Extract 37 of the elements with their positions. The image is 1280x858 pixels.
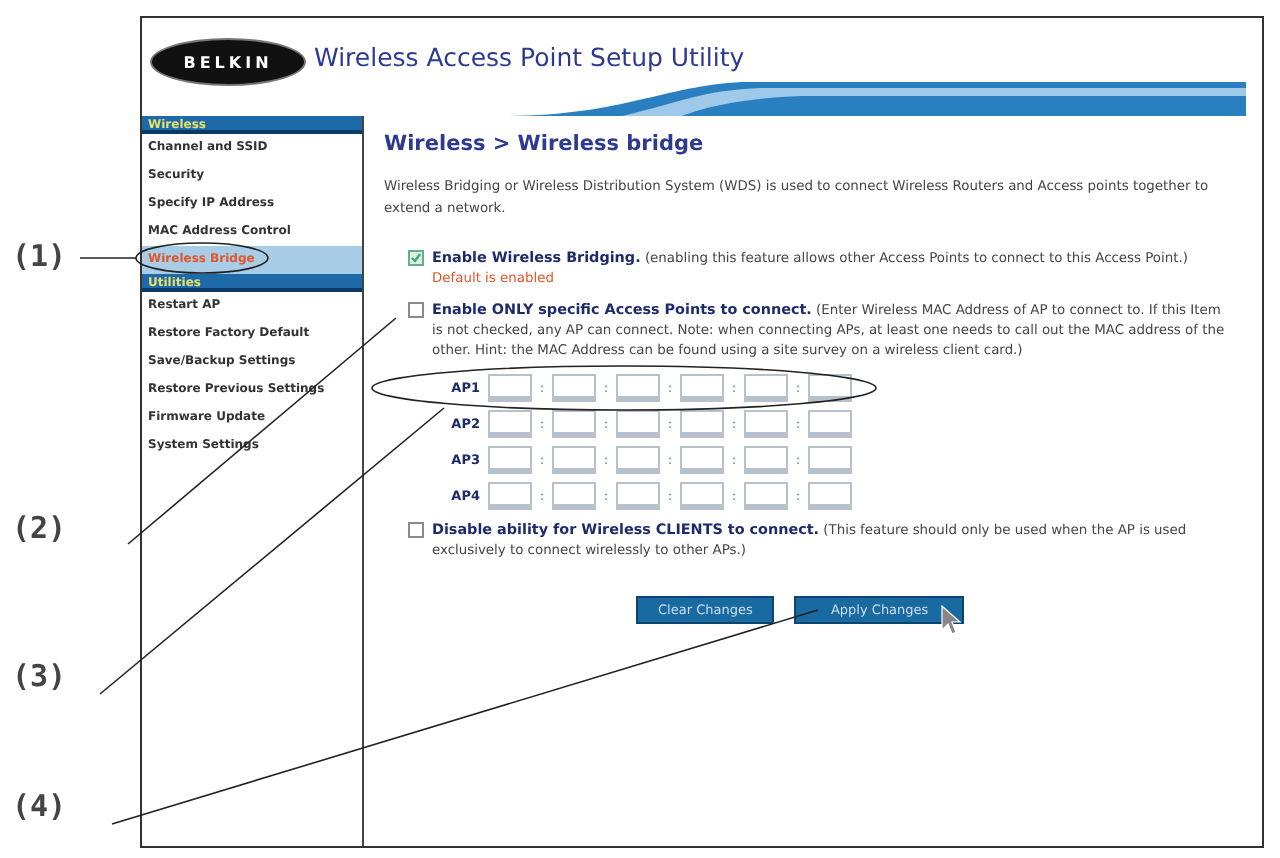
input-field[interactable] (552, 482, 596, 510)
input-field[interactable] (744, 374, 788, 402)
input-field[interactable] (488, 446, 532, 474)
input-field[interactable] (488, 482, 532, 510)
callout-ellipse (135, 242, 269, 274)
callout-label: (3) (12, 658, 67, 694)
input-field[interactable] (744, 446, 788, 474)
input-field[interactable] (552, 410, 596, 438)
input-field[interactable] (616, 446, 660, 474)
checkbox[interactable] (408, 250, 424, 266)
callout-label: (1) (12, 238, 67, 274)
checkbox[interactable] (408, 522, 424, 538)
app-title: Wireless Access Point Setup Utility (314, 42, 745, 72)
input-field[interactable] (488, 410, 532, 438)
input-field[interactable] (744, 410, 788, 438)
input-field[interactable] (616, 410, 660, 438)
logo: BELKIN (150, 38, 306, 86)
input-field[interactable] (744, 482, 788, 510)
checkbox[interactable] (408, 302, 424, 318)
cursor-icon (941, 604, 962, 635)
leader-line (79, 257, 137, 259)
callout-label: (2) (12, 510, 67, 546)
page-title: Wireless > Wireless bridge (384, 132, 706, 156)
input-field[interactable] (680, 482, 724, 510)
input-field[interactable] (680, 374, 724, 402)
input-field[interactable] (680, 410, 724, 438)
input-field[interactable] (616, 482, 660, 510)
input-field[interactable] (808, 482, 852, 510)
input-field[interactable] (808, 410, 852, 438)
input-field[interactable] (552, 374, 596, 402)
callout-label: (4) (12, 788, 67, 824)
input-field[interactable] (808, 374, 852, 402)
input-field[interactable] (488, 374, 532, 402)
input-field[interactable] (616, 374, 660, 402)
input-field[interactable] (552, 446, 596, 474)
input-field[interactable] (680, 446, 724, 474)
input-field[interactable] (808, 446, 852, 474)
